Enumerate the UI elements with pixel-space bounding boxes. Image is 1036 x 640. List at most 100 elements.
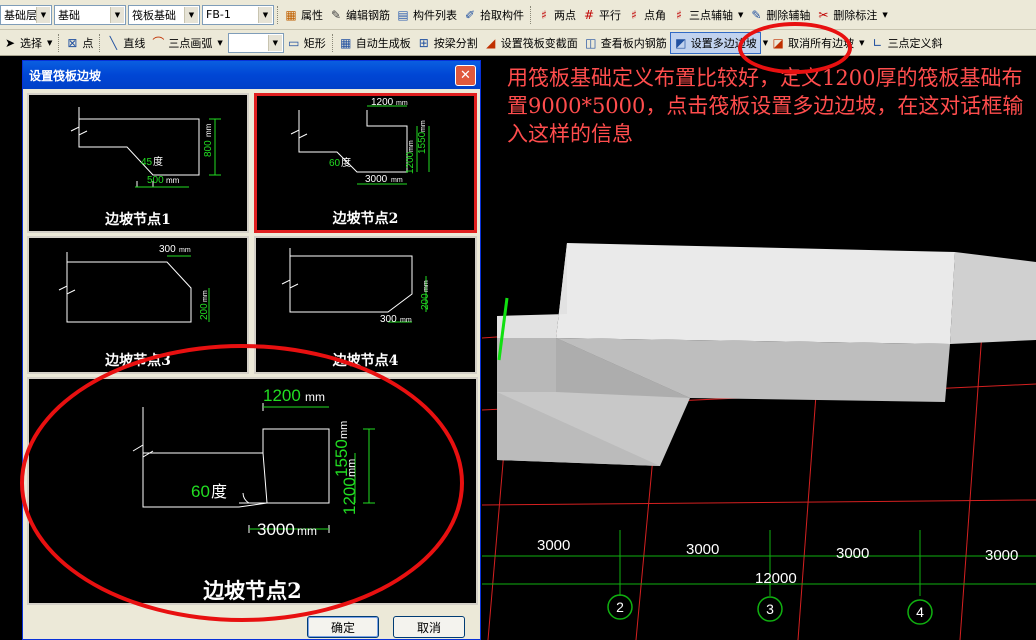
parallel-axis-button[interactable]: # 平行: [579, 4, 624, 26]
pick-component-button[interactable]: ✐ 拾取构件: [460, 4, 527, 26]
delete-axis-label: 删除辅轴: [766, 8, 811, 22]
chevron-down-icon: ▼: [36, 6, 50, 23]
rectangle-icon: ▭: [288, 35, 300, 50]
chevron-down-icon: ▼: [738, 10, 744, 19]
component-list-button[interactable]: ▤ 构件列表: [393, 4, 460, 26]
cancel-all-slopes-button[interactable]: ◪ 取消所有边坡 ▼: [768, 32, 867, 54]
cancel-slope-icon: ◪: [772, 35, 784, 50]
set-multi-slope-button[interactable]: ◩ 设置多边边坡: [669, 31, 761, 54]
auto-generate-label: 自动生成板: [355, 36, 411, 50]
line-label: 直线: [123, 36, 146, 50]
arc-mode-combo[interactable]: ▼: [227, 32, 284, 53]
parallel-label: 平行: [599, 8, 621, 22]
node3-top-unit: mm: [179, 247, 191, 254]
raft-slab-3d[interactable]: [497, 243, 1036, 466]
node3-label: 边坡节点3: [105, 353, 171, 369]
delete-dimension-icon: ✂: [818, 7, 829, 22]
properties-button[interactable]: ▦ 属性: [281, 4, 326, 26]
chevron-down-icon: ▼: [217, 38, 223, 47]
slope-node-4[interactable]: 300 mm 200 mm 边坡节点4: [254, 236, 477, 374]
split-by-beam-button[interactable]: ⊞ 按梁分割: [414, 32, 481, 54]
three-point-axis-label: 三点辅轴: [689, 8, 733, 22]
edit-rebar-label: 编辑钢筋: [346, 8, 390, 22]
properties-icon: ▦: [285, 7, 297, 22]
node1-bottom-dim: 500: [147, 175, 164, 186]
preview-label: 边坡节点2: [203, 578, 302, 603]
edit-rebar-button[interactable]: ✎ 编辑钢筋: [326, 4, 393, 26]
preview-vertical-outer-unit: mm: [338, 421, 350, 439]
parallel-icon: #: [583, 7, 595, 22]
select-button[interactable]: ➤ 选择 ▼: [0, 32, 55, 54]
rectangle-label: 矩形: [303, 36, 326, 50]
node3-vertical-dim: 200: [199, 303, 210, 320]
point-angle-axis-button[interactable]: ♯ 点角: [624, 4, 669, 26]
main-toolbar: 基础层 ▼ 基础 ▼ 筏板基础 ▼ FB-1 ▼ ▦ 属性 ✎ 编辑钢筋 ▤ 构…: [0, 0, 1036, 30]
rectangle-button[interactable]: ▭ 矩形: [284, 32, 329, 54]
node2-vertical-outer-unit: mm: [420, 120, 427, 132]
three-point-arc-button[interactable]: ⌒ 三点画弧 ▼: [148, 32, 225, 54]
viewport-dim-4: 3000: [985, 547, 1018, 564]
floor-combo-value: 基础层: [4, 8, 37, 22]
axis-label-3: 3: [766, 601, 774, 617]
toolbar-separator: [58, 33, 60, 52]
two-point-axis-button[interactable]: ♯ 两点: [534, 4, 579, 26]
delete-axis-button[interactable]: ✎ 删除辅轴: [746, 4, 813, 26]
set-variable-section-label: 设置筏板变截面: [500, 36, 578, 50]
toolbar-separator: [331, 33, 333, 52]
properties-label: 属性: [301, 8, 323, 22]
chevron-down-icon: ▼: [258, 6, 272, 23]
edit-rebar-icon: ✎: [330, 7, 342, 22]
node2-vertical-inner-unit: mm: [408, 140, 415, 152]
preview-angle-value: 60: [191, 482, 210, 501]
node2-bottom-dim: 3000: [365, 174, 388, 185]
node1-vertical-unit: mm: [204, 123, 213, 137]
preview-top-dim: 1200: [263, 386, 301, 405]
node2-angle-value: 60: [329, 158, 341, 169]
set-variable-section-button[interactable]: ◢ 设置筏板变截面: [481, 32, 581, 54]
close-icon[interactable]: ✕: [455, 65, 476, 86]
delete-dimension-label: 删除标注: [833, 8, 878, 22]
node2-angle-unit: 度: [341, 156, 351, 169]
category-combo[interactable]: 基础 ▼: [54, 4, 126, 25]
ok-button[interactable]: 确定: [307, 616, 379, 638]
cancel-all-slopes-label: 取消所有边坡: [788, 36, 855, 50]
floor-combo[interactable]: 基础层 ▼: [0, 4, 52, 25]
view-rebar-button[interactable]: ◫ 查看板内钢筋: [581, 32, 670, 54]
delete-axis-icon: ✎: [751, 7, 762, 22]
three-point-slope-button[interactable]: ∟ 三点定义斜: [868, 32, 946, 54]
category-combo-value: 基础: [58, 8, 80, 22]
node1-label: 边坡节点1: [105, 212, 171, 228]
node4-bottom-unit: mm: [400, 317, 412, 324]
delete-dimension-button[interactable]: ✂ 删除标注 ▼: [813, 4, 890, 26]
preview-vertical-inner-unit: mm: [346, 459, 358, 477]
two-point-label: 两点: [554, 8, 576, 22]
preview-vertical-inner-dim: 1200: [340, 477, 359, 515]
dialog-title-bar[interactable]: 设置筏板边坡 ✕: [23, 61, 480, 89]
slope-node-1[interactable]: 45 度 500 mm 800 mm 边坡节点1: [27, 93, 249, 233]
split-by-beam-label: 按梁分割: [433, 36, 478, 50]
dialog-title: 设置筏板边坡: [29, 68, 102, 83]
slope-node-3[interactable]: 300 mm 200 mm 边坡节点3: [27, 236, 249, 374]
cancel-button[interactable]: 取消: [393, 616, 465, 638]
toolbar-separator: [99, 33, 101, 52]
point-button[interactable]: ⊠ 点: [62, 32, 96, 54]
split-icon: ⊞: [418, 35, 429, 50]
axis-label-4: 4: [916, 604, 924, 620]
cursor-icon: ➤: [4, 35, 16, 50]
two-point-icon: ♯: [541, 7, 547, 22]
line-button[interactable]: ╲ 直线: [103, 32, 148, 54]
slope-node-2[interactable]: 1200 mm 60 度 3000 mm 1550 mm 1200 mm 边坡节…: [254, 93, 477, 233]
instance-combo[interactable]: FB-1 ▼: [202, 4, 274, 25]
annotation-text: 用筏板基础定义布置比较好，定义1200厚的筏板基础布置9000*5000，点击筏…: [507, 66, 1024, 146]
component-list-label: 构件列表: [413, 8, 457, 22]
point-icon: ⊠: [67, 35, 78, 50]
three-point-axis-button[interactable]: ♯ 三点辅轴 ▼: [669, 4, 746, 26]
node1-angle-value: 45: [141, 157, 153, 168]
component-combo[interactable]: 筏板基础 ▼: [128, 4, 200, 25]
toolbar-separator: [277, 5, 278, 24]
viewport-dim-2: 3000: [686, 541, 719, 558]
set-multi-slope-label: 设置多边边坡: [690, 36, 757, 50]
auto-generate-button[interactable]: ▦ 自动生成板: [336, 32, 414, 54]
node4-vertical-unit: mm: [423, 280, 430, 292]
grid-icon: ▦: [340, 35, 352, 50]
